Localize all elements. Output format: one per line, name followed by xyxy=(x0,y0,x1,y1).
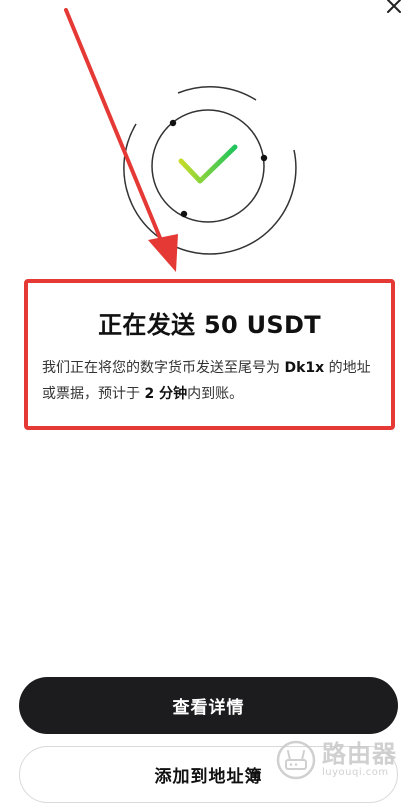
add-to-address-book-button[interactable]: 添加到地址簿 xyxy=(19,746,398,803)
close-icon[interactable] xyxy=(382,0,406,18)
eta-value: 2 分钟 xyxy=(144,386,188,402)
page-title: 正在发送 50 USDT xyxy=(98,311,321,339)
address-suffix: Dk1x xyxy=(284,360,325,376)
desc-end: 内到账。 xyxy=(187,386,244,402)
orbit-rings xyxy=(123,86,297,255)
annotation-arrow xyxy=(64,8,178,272)
sending-status-card: 正在发送 50 USDT 我们正在将您的数字货币发送至尾号为 Dk1x 的地址或… xyxy=(24,279,395,430)
status-description: 我们正在将您的数字货币发送至尾号为 Dk1x 的地址或票据，预计于 2 分钟内到… xyxy=(42,355,382,407)
checkmark-icon xyxy=(178,144,238,184)
success-animation xyxy=(64,8,297,272)
view-details-button[interactable]: 查看详情 xyxy=(19,677,398,734)
desc-before-address: 我们正在将您的数字货币发送至尾号为 xyxy=(42,360,285,376)
